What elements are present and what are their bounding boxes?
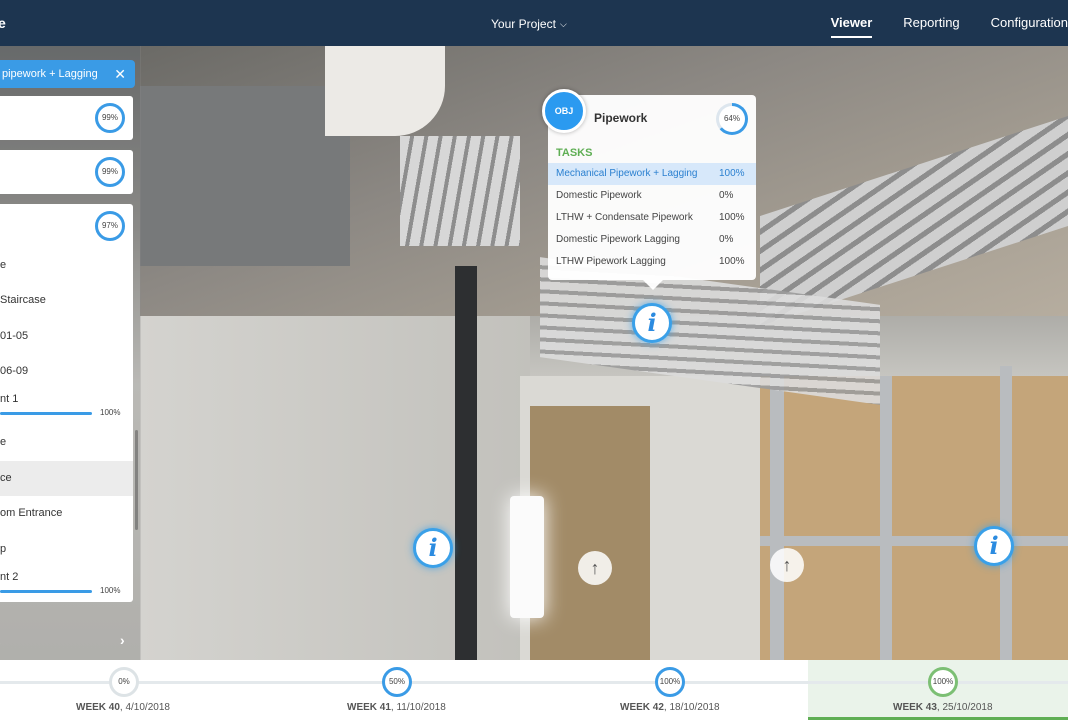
week-label[interactable]: WEEK 41, 11/10/2018 xyxy=(347,702,446,713)
scene-electrical-panel xyxy=(140,86,350,266)
sidebar-pager: ‹ › xyxy=(0,628,141,654)
location-card-expanded: 97% e Staircase 01-05 06-09 nt 1 100% e … xyxy=(0,204,133,602)
close-icon[interactable]: ✕ xyxy=(114,60,126,88)
chevron-down-icon: ⌵ xyxy=(559,18,567,29)
week-label-current[interactable]: WEEK 43, 25/10/2018 xyxy=(893,702,993,713)
info-hotspot[interactable]: i xyxy=(974,526,1014,566)
nav-configuration[interactable]: Configuration xyxy=(991,0,1068,46)
list-item-selected[interactable]: ce xyxy=(0,461,133,496)
task-pct: 0% xyxy=(719,234,734,245)
scene-ceiling-pipes xyxy=(400,136,520,246)
list-item[interactable]: om Entrance xyxy=(0,496,133,531)
timeline-track xyxy=(0,681,1068,684)
task-row[interactable]: Domestic Pipework 0% xyxy=(548,185,756,207)
object-badge: OBJ xyxy=(542,89,586,133)
filter-tag-label: pipework + Lagging xyxy=(2,68,98,80)
popup-title: Pipework xyxy=(594,111,648,125)
list-item[interactable]: e xyxy=(0,425,133,460)
scene-column xyxy=(455,266,477,660)
task-name: Domestic Pipework xyxy=(556,190,642,201)
navigate-arrow-icon[interactable]: ↑ xyxy=(578,551,612,585)
progress-bar xyxy=(0,412,92,415)
scene-stud xyxy=(880,376,892,660)
task-pct: 0% xyxy=(719,190,734,201)
week-progress-ring[interactable]: 50% xyxy=(382,667,412,697)
location-card[interactable]: 99% xyxy=(0,150,133,194)
scene-work-light xyxy=(510,496,544,618)
progress-ring: 99% xyxy=(95,103,125,133)
timeline: 0% WEEK 40, 4/10/2018 50% WEEK 41, 11/10… xyxy=(0,660,1068,720)
task-name: LTHW Pipework Lagging xyxy=(556,256,666,267)
week-progress-ring-current[interactable]: 100% xyxy=(928,667,958,697)
panorama-viewer[interactable]: i i i ↑ ↑ xyxy=(0,46,1068,660)
nav-viewer[interactable]: Viewer xyxy=(830,0,872,46)
progress-bar xyxy=(0,590,92,593)
list-item[interactable]: 01-05 xyxy=(0,319,133,354)
chevron-left-icon[interactable]: ‹ xyxy=(0,632,1,648)
scene-duct xyxy=(325,46,445,136)
project-selector[interactable]: Your Project ⌵ xyxy=(491,17,567,31)
progress-label: 100% xyxy=(100,408,121,417)
task-name: Domestic Pipework Lagging xyxy=(556,234,680,245)
week-progress-ring[interactable]: 0% xyxy=(109,667,139,697)
sidebar: pipework + Lagging ✕ 99% 99% 97% e Stair… xyxy=(0,46,141,660)
week-progress-ring[interactable]: 100% xyxy=(655,667,685,697)
task-pct: 100% xyxy=(719,256,745,267)
brand-logo: e xyxy=(0,15,6,31)
task-pct: 100% xyxy=(719,212,745,223)
location-card[interactable]: 99% xyxy=(0,96,133,140)
list-item[interactable]: e xyxy=(0,248,133,283)
navigate-arrow-icon[interactable]: ↑ xyxy=(770,548,804,582)
task-name: LTHW + Condensate Pipework xyxy=(556,212,693,223)
task-row-selected[interactable]: Mechanical Pipework + Lagging 100% xyxy=(548,163,756,185)
sidebar-scrollbar[interactable] xyxy=(135,430,138,530)
main-nav: Viewer Reporting Configuration xyxy=(800,0,1068,46)
list-item[interactable]: Staircase xyxy=(0,283,133,318)
scene-doorway xyxy=(530,406,650,660)
nav-reporting[interactable]: Reporting xyxy=(903,0,959,46)
task-row[interactable]: LTHW + Condensate Pipework 100% xyxy=(548,207,756,229)
week-label[interactable]: WEEK 40, 4/10/2018 xyxy=(76,702,170,713)
object-popup: OBJ Pipework 64% TASKS Mechanical Pipewo… xyxy=(542,89,756,290)
progress-label: 100% xyxy=(100,586,121,595)
filter-tag[interactable]: pipework + Lagging ✕ xyxy=(0,60,135,88)
progress-ring: 99% xyxy=(95,157,125,187)
tasks-heading: TASKS xyxy=(556,147,593,159)
scene-wall-right xyxy=(760,376,1068,660)
scene-stud xyxy=(760,536,1068,546)
task-name: Mechanical Pipework + Lagging xyxy=(556,168,698,179)
popup-progress-ring: 64% xyxy=(716,103,748,135)
progress-ring: 97% xyxy=(95,211,125,241)
scene-stud xyxy=(1000,366,1012,660)
top-bar: e Your Project ⌵ Viewer Reporting Config… xyxy=(0,0,1068,46)
info-hotspot[interactable]: i xyxy=(413,528,453,568)
chevron-right-icon[interactable]: › xyxy=(120,632,125,648)
popup-progress-value: 64% xyxy=(719,106,745,132)
task-row[interactable]: LTHW Pipework Lagging 100% xyxy=(548,251,756,273)
task-pct: 100% xyxy=(719,168,745,179)
info-hotspot-pipework[interactable]: i xyxy=(632,303,672,343)
task-row[interactable]: Domestic Pipework Lagging 0% xyxy=(548,229,756,251)
week-label[interactable]: WEEK 42, 18/10/2018 xyxy=(620,702,720,713)
project-label: Your Project xyxy=(491,17,556,31)
scene-stud xyxy=(770,376,784,660)
